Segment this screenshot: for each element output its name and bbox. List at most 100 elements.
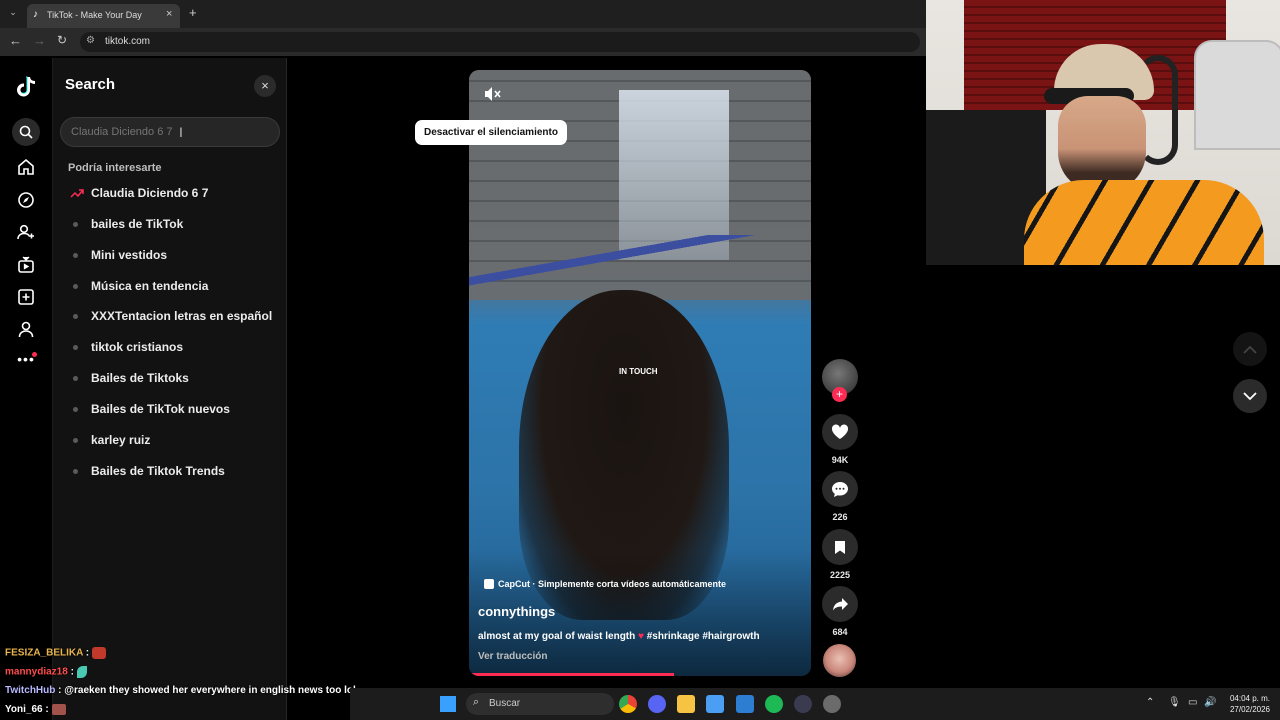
clock-time[interactable]: 04:04 p. m.: [1226, 694, 1270, 703]
suggestion-label: karley ruiz: [91, 433, 151, 447]
video-progress-bar[interactable]: [469, 673, 675, 676]
video-author[interactable]: connythings: [478, 604, 555, 619]
suggestion-item[interactable]: Mini vestidos: [68, 244, 167, 266]
follow-button[interactable]: +: [832, 387, 847, 402]
forward-icon[interactable]: →: [33, 33, 46, 48]
webcam-overlay: [926, 0, 1280, 265]
chat-separator: :: [55, 685, 65, 696]
search-panel: Search × I Podría interesarte Claudia Di…: [53, 58, 287, 720]
search-panel-title: Search: [65, 76, 116, 93]
sound-disc-avatar[interactable]: [823, 644, 856, 677]
more-icon[interactable]: •••: [15, 348, 37, 370]
new-tab-icon[interactable]: +: [189, 5, 197, 20]
following-icon[interactable]: [15, 221, 37, 243]
browser-tab[interactable]: ♪ TikTok - Make Your Day ×: [27, 4, 180, 28]
tray-chevron-icon[interactable]: ⌃: [1146, 697, 1154, 708]
suggestion-label: Bailes de TikTok nuevos: [91, 402, 230, 416]
suggestion-item[interactable]: bailes de TikTok: [68, 213, 183, 235]
bullet-icon: [73, 468, 78, 474]
plus-icon: +: [835, 387, 843, 401]
app-icon[interactable]: [823, 695, 841, 713]
site-info-icon[interactable]: ⚙: [86, 35, 95, 46]
image-emote-icon: [51, 704, 66, 715]
bullet-icon: [73, 313, 78, 319]
search-input[interactable]: [60, 117, 280, 147]
suggestion-label: Bailes de Tiktoks: [91, 371, 189, 385]
explore-icon[interactable]: [15, 189, 37, 211]
suggestion-label: Bailes de Tiktok Trends: [91, 464, 225, 478]
url-text: tiktok.com: [105, 36, 151, 47]
chat-username: mannydiaz18: [5, 666, 68, 678]
next-video-button[interactable]: [1233, 379, 1267, 413]
feather-emote-icon: [76, 666, 87, 678]
translate-link[interactable]: Ver traducción: [478, 651, 547, 662]
streamer-face-image: [1058, 96, 1146, 192]
file-explorer-icon[interactable]: [677, 695, 695, 713]
clock-date[interactable]: 27/02/2026: [1226, 705, 1270, 714]
suggestion-item[interactable]: karley ruiz: [68, 429, 150, 451]
suggestion-item[interactable]: Bailes de Tiktoks: [68, 367, 189, 389]
comment-count: 226: [832, 512, 848, 522]
tiktok-favicon-icon: ♪: [33, 9, 38, 20]
chat-username: Yoni_66: [5, 704, 43, 716]
browser-tab-bar: ⌄ ♪ TikTok - Make Your Day × +: [0, 0, 926, 28]
live-icon[interactable]: [15, 254, 37, 276]
chat-message: mannydiaz18 :: [5, 666, 87, 678]
suggestion-label: Claudia Diciendo 6 7: [91, 186, 209, 200]
like-button[interactable]: [822, 414, 858, 450]
bullet-icon: [73, 406, 78, 412]
mail-icon[interactable]: [736, 695, 754, 713]
home-icon[interactable]: [15, 156, 37, 178]
suggestion-label: Música en tendencia: [91, 279, 209, 293]
chrome-icon[interactable]: [619, 695, 637, 713]
notification-dot-icon: [32, 352, 37, 357]
tiktok-logo-icon[interactable]: [15, 76, 37, 98]
tiktok-nav-rail: •••: [0, 58, 53, 720]
microphone-icon[interactable]: 🎙: [1168, 697, 1181, 708]
capcut-banner[interactable]: CapCut · Simplemente corta vídeos automá…: [484, 579, 726, 589]
bullet-icon: [73, 252, 78, 258]
share-button[interactable]: [822, 586, 858, 622]
profile-icon[interactable]: [15, 318, 37, 340]
network-icon[interactable]: ▭: [1188, 697, 1197, 708]
video-caption: almost at my goal of waist length ♥ #shr…: [478, 631, 760, 642]
suggestion-item[interactable]: Bailes de Tiktok Trends: [68, 460, 225, 482]
bullet-icon: [73, 375, 78, 381]
chat-separator: :: [42, 704, 52, 716]
store-icon[interactable]: [706, 695, 724, 713]
reload-icon[interactable]: ↻: [57, 33, 67, 47]
upload-icon[interactable]: [15, 286, 37, 308]
hashtags-link[interactable]: #shrinkage #hairgrowth: [647, 631, 760, 642]
muted-speaker-icon: [485, 87, 501, 101]
chevron-up-icon: [1243, 345, 1257, 354]
suggestion-item[interactable]: Bailes de TikTok nuevos: [68, 398, 230, 420]
back-icon[interactable]: ←: [9, 33, 22, 48]
mute-tooltip: Desactivar el silenciamiento: [415, 120, 567, 145]
share-count: 684: [832, 627, 848, 637]
obs-icon[interactable]: [794, 695, 812, 713]
address-bar[interactable]: ⚙ tiktok.com: [80, 32, 920, 52]
volume-icon[interactable]: 🔊: [1204, 697, 1216, 708]
suggestion-item[interactable]: tiktok cristianos: [68, 336, 183, 358]
windows-start-icon[interactable]: [440, 696, 456, 712]
suggestion-item[interactable]: XXXTentacion letras en español: [68, 305, 272, 327]
search-icon[interactable]: [12, 118, 40, 146]
save-button[interactable]: [822, 529, 858, 565]
discord-icon[interactable]: [648, 695, 666, 713]
suggestion-label: XXXTentacion letras en español: [91, 309, 273, 323]
in-touch-label: IN TOUCH: [619, 367, 658, 376]
suggestion-item[interactable]: Claudia Diciendo 6 7: [68, 182, 208, 204]
suggestion-item[interactable]: Música en tendencia: [68, 275, 208, 297]
video-player[interactable]: IN TOUCH CapCut · Simplemente corta víde…: [469, 70, 811, 676]
close-panel-button[interactable]: ×: [254, 75, 276, 97]
comment-icon: [832, 481, 848, 497]
tab-close-icon[interactable]: ×: [166, 8, 172, 20]
taskbar-search[interactable]: ⌕ Buscar: [466, 693, 614, 715]
spotify-icon[interactable]: [765, 695, 783, 713]
bullet-icon: [73, 283, 78, 289]
share-icon: [832, 598, 848, 611]
unmute-button[interactable]: [483, 84, 503, 104]
tab-search-icon[interactable]: ⌄: [6, 7, 20, 21]
comment-button[interactable]: [822, 471, 858, 507]
previous-video-button[interactable]: [1233, 332, 1267, 366]
